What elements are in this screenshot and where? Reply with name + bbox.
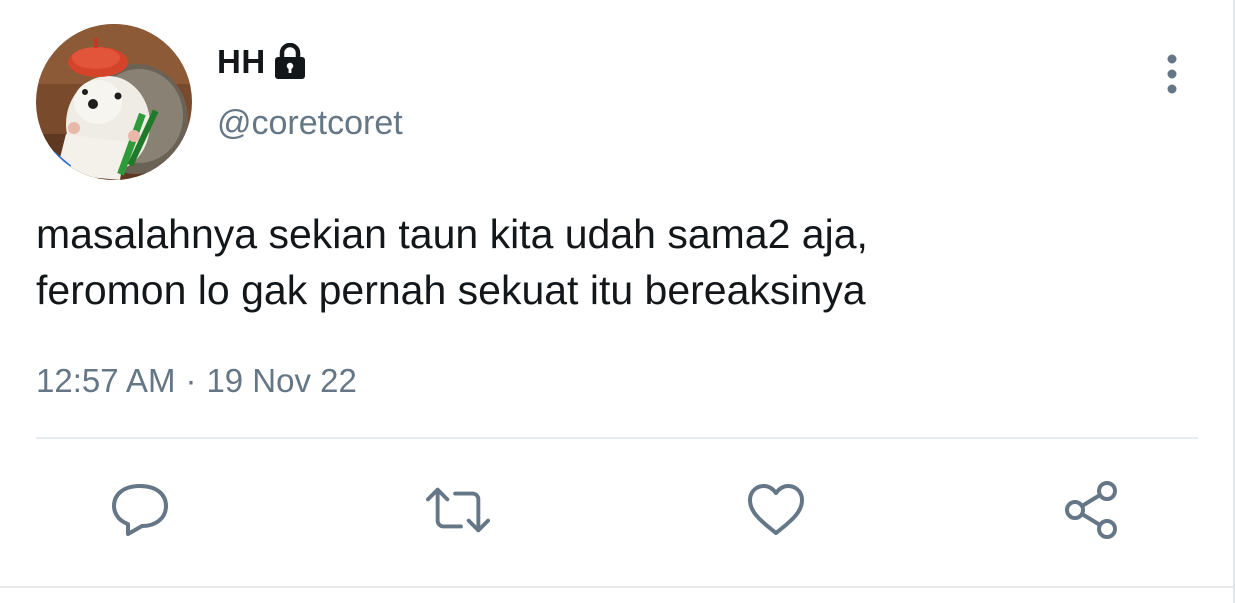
author-handle[interactable]: @coretcoret — [217, 104, 403, 143]
share-button[interactable] — [1060, 478, 1124, 542]
display-name-row[interactable]: HH — [217, 40, 308, 84]
tweet-text-line: feromon lo gak pernah sekuat itu bereaks… — [36, 267, 866, 313]
tweet-card: HH @coretcoret masalahnya sekian taun ki… — [0, 0, 1235, 603]
reply-bubble-icon — [112, 484, 168, 536]
reply-button[interactable] — [108, 478, 172, 542]
timestamp-row[interactable]: 12:57 AM · 19 Nov 22 — [36, 362, 357, 400]
share-icon — [1065, 481, 1117, 539]
tweet-time[interactable]: 12:57 AM — [36, 362, 175, 400]
tweet-text-line: masalahnya sekian taun kita udah sama2 a… — [36, 211, 868, 257]
divider — [36, 437, 1198, 439]
bottom-border — [0, 586, 1235, 588]
more-options-button[interactable] — [1150, 52, 1194, 96]
hedgehog-avatar-icon — [36, 24, 192, 180]
timestamp-separator: · — [185, 362, 197, 399]
display-name[interactable]: HH — [217, 43, 266, 81]
more-vertical-icon — [1167, 54, 1177, 94]
retweet-button[interactable] — [426, 478, 490, 542]
lock-icon — [272, 42, 308, 82]
avatar[interactable] — [36, 24, 192, 180]
tweet-text: masalahnya sekian taun kita udah sama2 a… — [36, 206, 1186, 318]
tweet-date[interactable]: 19 Nov 22 — [206, 362, 356, 400]
retweet-icon — [426, 487, 490, 533]
heart-icon — [748, 484, 804, 535]
like-button[interactable] — [744, 478, 808, 542]
